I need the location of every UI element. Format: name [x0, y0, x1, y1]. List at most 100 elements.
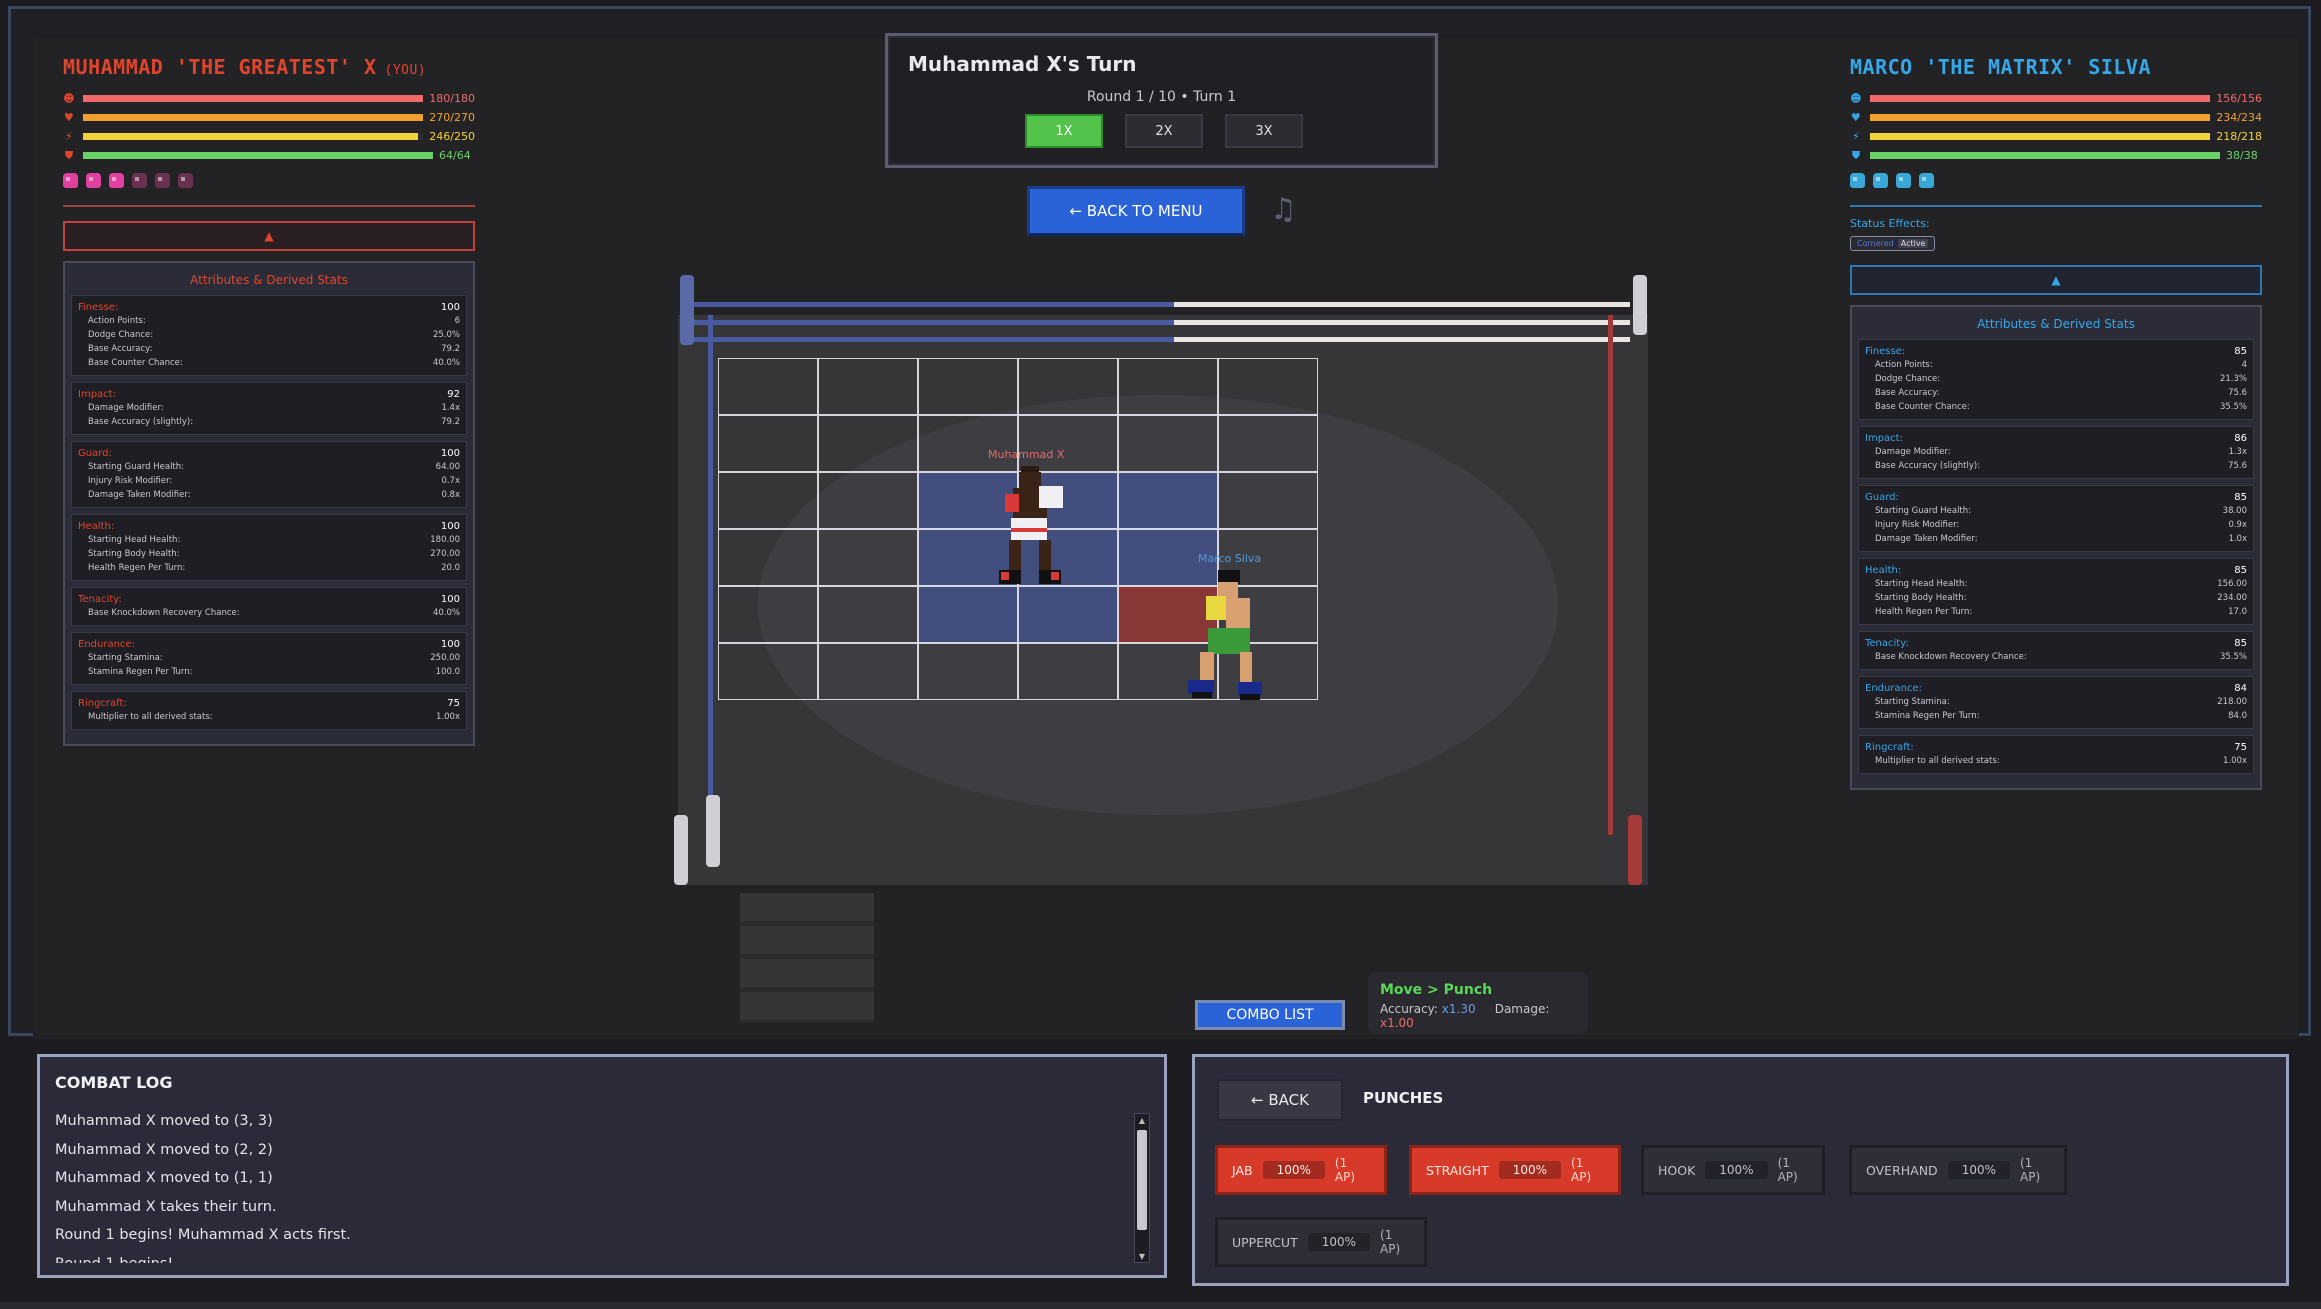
player-action-points [63, 173, 475, 193]
player-derived-stat-value: 79.2 [441, 417, 460, 427]
ring-grid-cell[interactable] [1018, 358, 1118, 415]
back-button[interactable]: ← BACK [1217, 1079, 1343, 1121]
player-derived-stat: Damage Taken Modifier: 0.8x [78, 488, 460, 502]
opponent-attr-value: 85 [2234, 491, 2247, 503]
ring-grid-cell[interactable] [818, 529, 918, 586]
ring-post-back-right [1633, 275, 1647, 335]
ring-grid-cell[interactable] [1018, 643, 1118, 700]
player-collapse-button[interactable]: ▲ [63, 221, 475, 251]
head-icon: ☻ [63, 92, 75, 105]
ring-grid-cell[interactable] [718, 529, 818, 586]
ring-grid-cell[interactable] [918, 643, 1018, 700]
ring-grid-cell[interactable] [818, 415, 918, 472]
opponent-stat-row: ☻ 156/156 [1850, 89, 2262, 108]
ring-grid-cell[interactable] [1118, 472, 1218, 529]
scroll-up-icon[interactable]: ▲ [1135, 1114, 1149, 1126]
opponent-derived-stat-value: 21.3% [2219, 374, 2247, 384]
punch-overhand-button[interactable]: OVERHAND 100% (1 AP) [1849, 1145, 2067, 1195]
ring-grid-cell[interactable] [818, 643, 918, 700]
ring-grid-cell[interactable] [718, 643, 818, 700]
player-boxer-sprite[interactable] [983, 466, 1073, 596]
ring-grid-cell[interactable] [718, 472, 818, 529]
opponent-divider [1850, 205, 2262, 207]
opponent-derived-stat: Damage Modifier: 1.3x [1865, 445, 2247, 459]
opponent-attr-group: Impact: 86 Damage Modifier: 1.3x Base Accura… [1858, 426, 2254, 479]
speed-3x-button[interactable]: 3X [1225, 114, 1303, 148]
player-attr-value: 100 [440, 520, 460, 532]
damage-label: Damage: [1494, 1002, 1550, 1016]
opponent-derived-stat-value: 4 [2241, 360, 2247, 370]
rope-low-blue [694, 337, 1174, 342]
combat-log-entry: Round 1 begins! Muhammad X acts first. [55, 1227, 351, 1243]
opponent-stat-fill [1870, 152, 2220, 159]
opponent-derived-stat: Dodge Chance: 21.3% [1865, 372, 2247, 386]
scroll-down-icon[interactable]: ▼ [1135, 1250, 1149, 1262]
ring-grid-cell[interactable] [1018, 415, 1118, 472]
player-ring-label: Muhammad X [988, 448, 1065, 461]
ring-grid-cell[interactable] [1218, 415, 1318, 472]
player-attr-group: Ringcraft: 75 Multiplier to all derived st… [71, 691, 467, 730]
opponent-stat-value: 218/218 [2216, 130, 2262, 143]
opponent-attr-value: 75 [2234, 741, 2247, 753]
boxing-glove-icon [63, 173, 78, 188]
punch-ap-cost: (1 AP) [1334, 1156, 1356, 1184]
opponent-attr-value: 85 [2234, 345, 2247, 357]
punch-jab-button[interactable]: JAB 100% (1 AP) [1215, 1145, 1387, 1195]
opponent-derived-stat-value: 1.00x [2223, 756, 2247, 766]
player-derived-stat: Starting Head Health: 180.00 [78, 533, 460, 547]
player-divider [63, 205, 475, 207]
player-derived-stat-name: Starting Head Health: [88, 535, 181, 545]
opponent-attr-group: Finesse: 85 Action Points: 4 Dodge Chance: 21… [1858, 339, 2254, 420]
speed-2x-button[interactable]: 2X [1125, 114, 1203, 148]
opponent-derived-stat-name: Starting Head Health: [1875, 579, 1968, 589]
punch-uppercut-button[interactable]: UPPERCUT 100% (1 AP) [1215, 1217, 1427, 1267]
combat-log-scrollbar[interactable]: ▲ ▼ [1134, 1113, 1150, 1263]
punch-name: HOOK [1658, 1162, 1696, 1178]
ring-grid-cell[interactable] [718, 415, 818, 472]
punch-accuracy: 100% [1307, 1233, 1371, 1251]
ring-grid-cell[interactable] [818, 358, 918, 415]
player-derived-stat: Multiplier to all derived stats: 1.00x [78, 710, 460, 724]
player-derived-stat-value: 0.8x [441, 490, 460, 500]
opponent-derived-stat-value: 35.5% [2219, 652, 2247, 662]
ring-grid-cell[interactable] [918, 415, 1018, 472]
ring-grid-cell[interactable] [718, 586, 818, 643]
ring-grid-cell[interactable] [1218, 358, 1318, 415]
player-derived-stat: Health Regen Per Turn: 20.0 [78, 561, 460, 575]
opponent-boxer-sprite[interactable] [1178, 570, 1278, 710]
action-panel: ← BACK PUNCHES JAB 100% (1 AP) STRAIGHT 100%… [1192, 1054, 2289, 1286]
punch-ap-cost: (1 AP) [1571, 1156, 1592, 1184]
punch-straight-button[interactable]: STRAIGHT 100% (1 AP) [1409, 1145, 1621, 1195]
player-derived-stat-name: Multiplier to all derived stats: [88, 712, 213, 722]
opponent-stat-fill [1869, 133, 2211, 140]
ring-grid-cell[interactable] [1118, 415, 1218, 472]
back-to-menu-button[interactable]: ← BACK TO MENU [1027, 186, 1245, 236]
combat-log-entry: Muhammad X moved to (1, 1) [55, 1170, 273, 1186]
ring-grid-cell[interactable] [718, 358, 818, 415]
opponent-collapse-button[interactable]: ▲ [1850, 265, 2262, 295]
ring-grid-cell[interactable] [918, 358, 1018, 415]
ring-grid-cell[interactable] [1218, 472, 1318, 529]
punch-hook-button[interactable]: HOOK 100% (1 AP) [1641, 1145, 1825, 1195]
music-note-icon[interactable]: ♫ [1270, 192, 1297, 227]
ring-grid-cell[interactable] [818, 586, 918, 643]
combo-list-button[interactable]: COMBO LIST [1195, 1000, 1345, 1030]
combo-modifiers: Accuracy: x1.30 Damage: x1.00 [1380, 1002, 1576, 1030]
player-attr-group: Guard: 100 Starting Guard Health: 64.00 Inju… [71, 441, 467, 508]
player-derived-stat: Injury Risk Modifier: 0.7x [78, 474, 460, 488]
speed-1x-button[interactable]: 1X [1025, 114, 1103, 148]
ring-grid-cell[interactable] [1118, 358, 1218, 415]
ring-grid-cell[interactable] [818, 472, 918, 529]
opponent-derived-stat-name: Action Points: [1875, 360, 1933, 370]
player-attr-header: Finesse: 100 [78, 300, 460, 314]
opponent-derived-stat-name: Base Accuracy (slightly): [1875, 461, 1981, 471]
boxing-glove-icon [132, 173, 147, 188]
scroll-thumb[interactable] [1137, 1130, 1147, 1230]
player-stat-track [82, 133, 424, 140]
player-derived-stat-name: Base Accuracy (slightly): [88, 417, 194, 427]
status-effect-chip[interactable]: Cornered Active [1850, 236, 1936, 251]
player-derived-stat-name: Damage Modifier: [88, 403, 164, 413]
opponent-attr-name: Finesse: [1865, 345, 1906, 357]
opponent-ring-label: Marco Silva [1198, 552, 1262, 565]
punch-name: OVERHAND [1866, 1162, 1938, 1178]
